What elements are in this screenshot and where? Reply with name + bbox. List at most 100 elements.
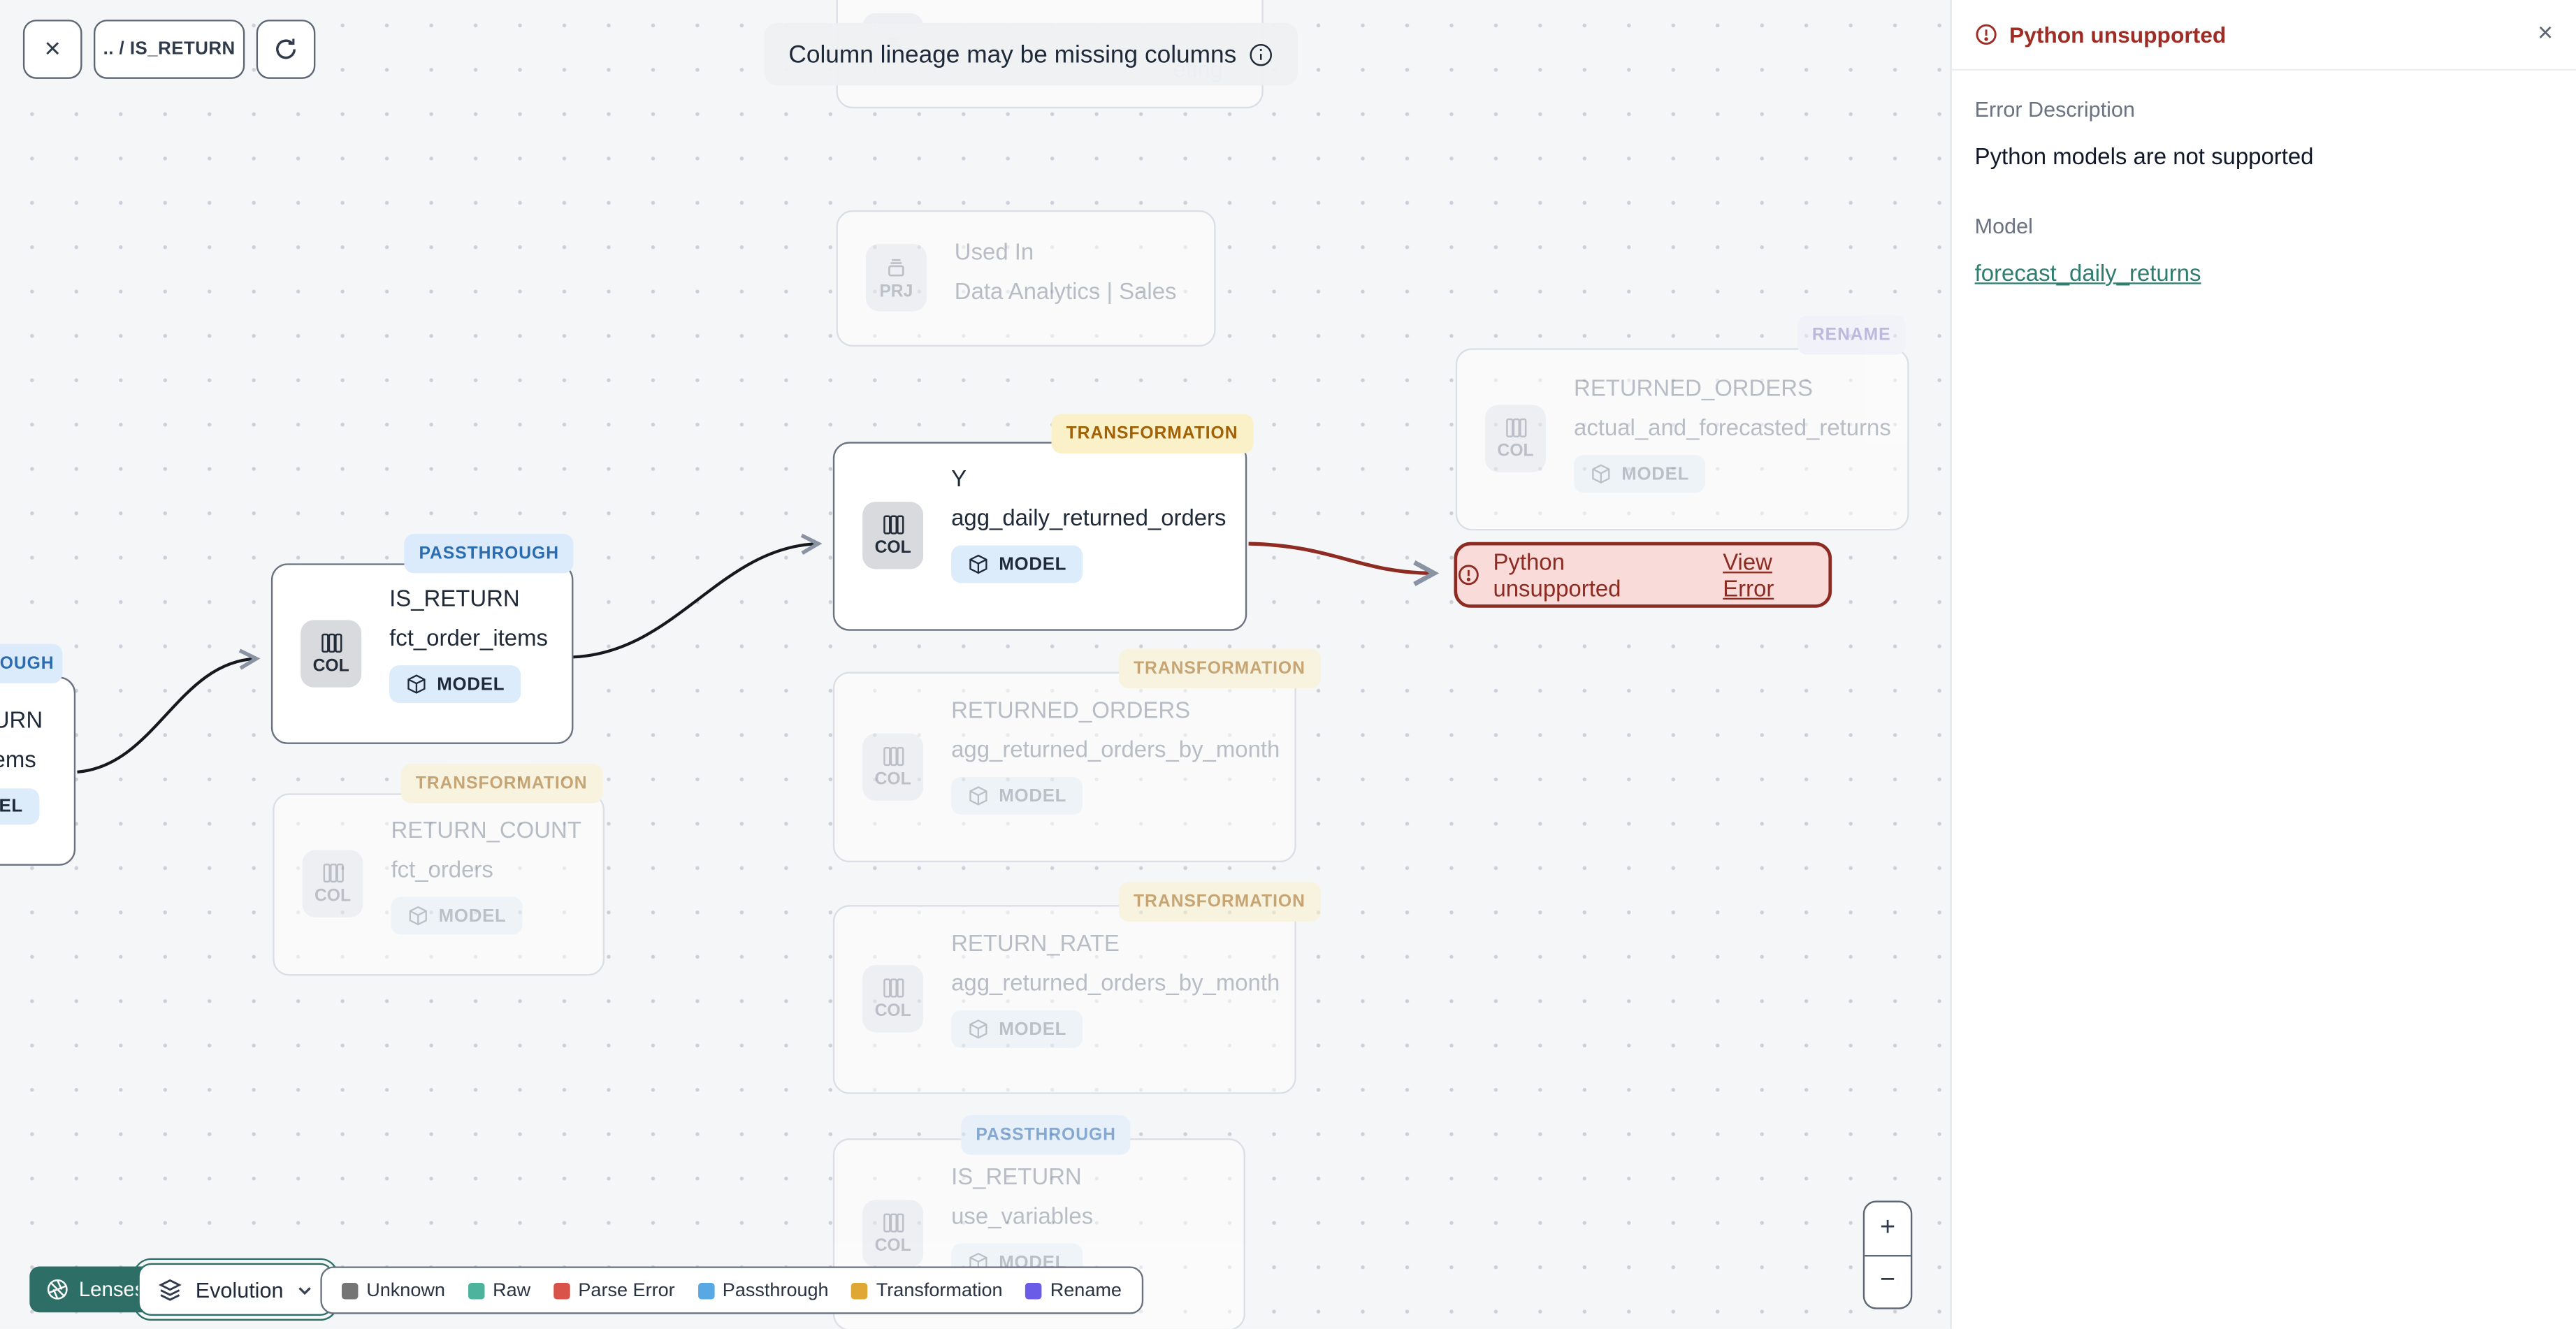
aperture-icon	[47, 1279, 68, 1300]
lens-selector[interactable]: Evolution	[133, 1258, 340, 1321]
node-title: IS_RETURN	[389, 584, 520, 611]
model-badge: MODEL	[951, 545, 1083, 583]
chip-label: COL	[874, 537, 911, 558]
node-subtitle-fragment: ems	[0, 746, 36, 772]
column-chip: COL	[302, 850, 363, 917]
model-badge: MODEL	[1574, 455, 1706, 493]
legend-item-raw: Raw	[468, 1280, 530, 1300]
chip-label: COL	[874, 1001, 911, 1022]
transformation-badge: TRANSFORMATION	[1051, 414, 1253, 453]
node-title: Y	[951, 465, 967, 491]
node-subtitle: agg_returned_orders_by_month	[951, 736, 1280, 762]
columns-icon	[883, 746, 904, 767]
info-icon[interactable]	[1248, 42, 1273, 66]
project-chip: PRJ	[865, 244, 927, 312]
cube-icon	[969, 786, 987, 806]
cube-icon	[969, 554, 987, 574]
node-subtitle: use_variables	[951, 1202, 1094, 1229]
close-lineage-button[interactable]: ×	[22, 20, 82, 79]
rename-badge: RENAME	[1797, 315, 1906, 355]
close-icon: ×	[44, 33, 61, 64]
layers-icon	[158, 1278, 182, 1300]
columns-icon	[883, 978, 904, 998]
model-label: MODEL	[437, 674, 505, 695]
legend-label: Raw	[493, 1280, 531, 1300]
lens-selected-label: Evolution	[195, 1277, 284, 1302]
node-subtitle: Data Analytics | Sales	[954, 277, 1177, 304]
legend-swatch	[468, 1281, 485, 1299]
columns-icon	[322, 863, 343, 883]
view-error-link[interactable]: View Error	[1723, 549, 1828, 601]
legend-swatch	[1025, 1281, 1042, 1299]
columns-icon	[883, 1213, 904, 1233]
warning-icon	[1458, 565, 1479, 586]
zoom-out-button[interactable]: −	[1865, 1256, 1911, 1307]
chip-label: COL	[874, 769, 911, 790]
node-subtitle: actual_and_forecasted_returns	[1574, 414, 1891, 441]
panel-close-icon[interactable]: ×	[2538, 20, 2553, 49]
model-badge-fragment: DEL	[0, 788, 40, 825]
columns-icon	[1505, 418, 1526, 437]
columns-icon	[321, 633, 342, 653]
legend-swatch	[553, 1281, 570, 1299]
model-badge: MODEL	[951, 776, 1083, 815]
warning-icon	[1976, 24, 1997, 45]
chip-label: COL	[874, 1235, 911, 1256]
transformation-badge: TRANSFORMATION	[1118, 882, 1320, 922]
passthrough-badge: PASSTHROUGH	[961, 1115, 1131, 1155]
model-badge: MODEL	[951, 1010, 1083, 1048]
node-title: RETURNED_ORDERS	[951, 696, 1191, 723]
lenses-label: Lenses	[78, 1277, 145, 1301]
cube-icon	[409, 906, 427, 926]
legend-item-parse-error: Parse Error	[553, 1280, 675, 1300]
model-label: MODEL	[438, 906, 507, 926]
node-subtitle: fct_orders	[391, 855, 493, 883]
column-chip: COL	[862, 502, 924, 569]
model-label: MODEL	[999, 1019, 1067, 1039]
node-title: IS_RETURN	[951, 1163, 1082, 1189]
column-chip: COL	[862, 733, 924, 801]
edge-passthrough-to-transformation	[573, 533, 823, 659]
passthrough-badge-fragment: OUGH	[0, 644, 63, 683]
legend-label: Transformation	[876, 1280, 1003, 1300]
edge-transformation-to-error	[1248, 542, 1440, 586]
node-subtitle: agg_returned_orders_by_month	[951, 968, 1280, 996]
lens-legend: Unknown Raw Parse Error Passthrough Tran…	[320, 1266, 1143, 1314]
error-description-label: Error Description	[1974, 96, 2135, 122]
passthrough-badge: PASSTHROUGH	[404, 534, 574, 574]
node-title-fragment: URN	[0, 706, 43, 733]
legend-swatch	[697, 1281, 715, 1299]
column-chip: COL	[301, 620, 362, 688]
cube-icon	[969, 1019, 987, 1039]
node-title: RETURNED_ORDERS	[1574, 374, 1814, 401]
edge-left-to-passthrough	[77, 648, 261, 774]
lineage-app: eting PRJ Used In Data Analytics | Sales…	[0, 0, 2576, 1329]
breadcrumb[interactable]: .. / IS_RETURN	[93, 20, 245, 79]
panel-body: Error Description Python models are not …	[1952, 71, 2576, 315]
model-label: Model	[1974, 213, 2033, 238]
model-badge: MODEL	[389, 665, 521, 704]
model-label: MODEL	[1621, 464, 1690, 484]
stack-icon	[888, 258, 904, 276]
breadcrumb-label: .. / IS_RETURN	[103, 39, 236, 59]
legend-label: Unknown	[366, 1280, 445, 1300]
chip-label: COL	[314, 886, 352, 906]
panel-header: Python unsupported ×	[1951, 0, 2576, 71]
panel-title: Python unsupported	[2009, 22, 2227, 47]
chip-label: PRJ	[879, 280, 913, 301]
node-title: Used In	[954, 238, 1034, 265]
zoom-controls: + −	[1862, 1200, 1913, 1309]
zoom-in-button[interactable]: +	[1865, 1203, 1911, 1256]
model-link[interactable]: forecast_daily_returns	[1975, 259, 2201, 286]
lineage-canvas[interactable]: eting PRJ Used In Data Analytics | Sales…	[0, 0, 1951, 1329]
legend-label: Rename	[1050, 1280, 1122, 1300]
python-unsupported-badge[interactable]: Python unsupported View Error	[1454, 542, 1832, 608]
refresh-button[interactable]	[256, 20, 316, 79]
node-title: RETURN_COUNT	[391, 816, 581, 843]
cube-icon	[407, 674, 426, 694]
legend-label: Passthrough	[722, 1280, 829, 1300]
chip-label: COL	[312, 656, 349, 676]
error-description-text: Python models are not supported	[1974, 143, 2314, 170]
legend-swatch	[851, 1281, 869, 1299]
column-chip: COL	[1485, 405, 1547, 472]
